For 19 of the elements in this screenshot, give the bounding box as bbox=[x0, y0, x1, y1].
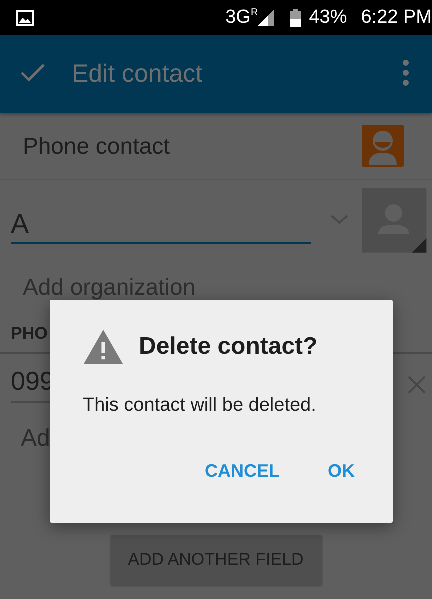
expand-chevron-icon[interactable] bbox=[331, 215, 348, 225]
dialog-message: This contact will be deleted. bbox=[83, 395, 318, 417]
name-input-field[interactable]: A bbox=[11, 206, 311, 244]
phone-section-heading: PHO bbox=[11, 324, 48, 343]
image-notification-icon bbox=[16, 10, 34, 26]
warning-icon bbox=[83, 329, 124, 365]
contact-photo-icon[interactable] bbox=[362, 186, 427, 254]
dialog-title: Delete contact? bbox=[139, 333, 318, 361]
network-type: 3G$^{R}$ bbox=[226, 6, 258, 28]
close-icon[interactable] bbox=[408, 376, 426, 394]
account-avatar-icon bbox=[362, 125, 404, 167]
clock: 6:22 PM bbox=[361, 6, 432, 28]
battery-percentage: 43% bbox=[309, 6, 348, 28]
screen-title: Edit contact bbox=[72, 60, 204, 88]
signal-icon bbox=[258, 10, 274, 26]
account-label: Phone contact bbox=[23, 132, 172, 160]
battery-icon bbox=[290, 8, 302, 26]
ok-button[interactable]: OK bbox=[328, 461, 355, 482]
cancel-button[interactable]: CANCEL bbox=[205, 461, 280, 482]
